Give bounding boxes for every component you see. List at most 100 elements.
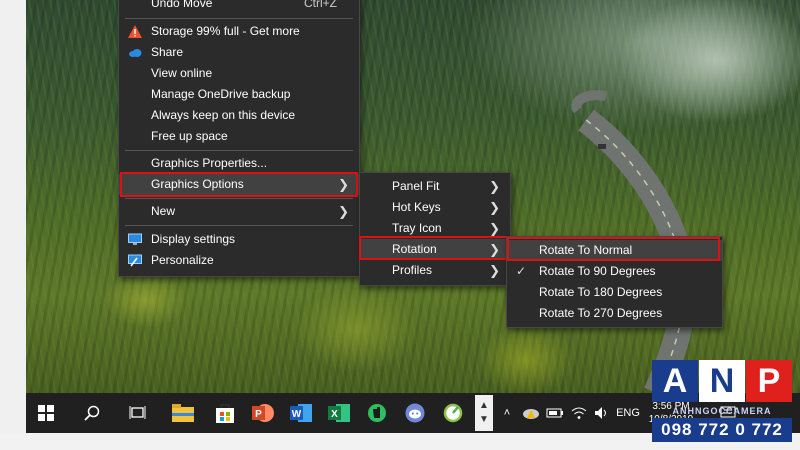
menu-item-label: Personalize [151,253,214,267]
menu-item-label: Share [151,45,184,59]
taskbar-scroll[interactable]: ▲ ▼ [475,395,493,431]
task-view-icon [129,406,146,419]
menu-item-undo-move[interactable]: Undo Move Ctrl+Z [119,0,359,14]
search-icon [84,405,100,421]
word-icon: W [290,404,312,422]
menu-item-share[interactable]: Share [119,42,359,63]
chevron-right-icon: ❯ [489,263,500,278]
logo-phone-number: 098 772 0 772 [652,418,792,442]
menu-item-label: Graphics Options [151,177,244,191]
menu-item-label: Display settings [151,232,236,246]
menu-item-hot-keys[interactable]: Hot Keys ❯ [360,197,510,218]
menu-item-rotate-normal[interactable]: Rotate To Normal [507,240,722,261]
menu-item-graphics-options[interactable]: Graphics Options ❯ [119,174,359,195]
logo-letter-p: P [746,360,792,402]
menu-item-label: Manage OneDrive backup [151,87,291,101]
menu-separator [125,225,353,226]
logo-subtitle: ANHNGOCCAMERA [672,406,772,416]
checkmark-icon: ✓ [516,264,527,278]
chevron-right-icon: ❯ [338,177,349,192]
language-indicator[interactable]: ENG [614,393,642,433]
menu-item-rotate-90[interactable]: ✓ Rotate To 90 Degrees [507,261,722,282]
language-label: ENG [616,407,640,419]
powerpoint-button[interactable]: P [245,393,281,433]
warning-icon [128,25,142,38]
menu-separator [125,150,353,151]
chevron-right-icon: ❯ [489,200,500,215]
menu-item-label: New [151,204,176,218]
menu-item-label: Panel Fit [392,179,440,193]
search-button[interactable] [74,393,110,433]
show-hidden-icons-button[interactable]: ˄ [499,393,515,433]
menu-item-tray-icon[interactable]: Tray Icon ❯ [360,218,510,239]
menu-separator [125,198,353,199]
store-button[interactable] [207,393,243,433]
shortcut-label: Ctrl+Z [304,0,337,10]
menu-item-manage-onedrive-backup[interactable]: Manage OneDrive backup [119,84,359,105]
graphics-options-submenu: Panel Fit ❯ Hot Keys ❯ Tray Icon ❯ Rotat… [359,172,511,286]
menu-item-display-settings[interactable]: Display settings [119,229,359,250]
evernote-icon [368,404,386,422]
volume-tray-button[interactable] [591,393,613,433]
menu-item-label: Rotate To 180 Degrees [539,285,663,299]
file-explorer-icon [172,404,194,422]
menu-item-always-keep[interactable]: Always keep on this device [119,105,359,126]
windows-start-icon [38,405,54,421]
menu-item-label: Tray Icon [392,221,442,235]
scroll-arrows-icon: ▲ ▼ [479,400,489,425]
personalize-icon [128,254,142,267]
menu-item-rotate-180[interactable]: Rotate To 180 Degrees [507,282,722,303]
menu-item-profiles[interactable]: Profiles ❯ [360,260,510,281]
onedrive-cloud-icon [129,49,142,57]
weather-tray-button[interactable] [520,393,542,433]
menu-separator [125,18,353,19]
chevron-right-icon: ❯ [489,221,500,236]
svg-text:X: X [331,409,338,420]
task-view-button[interactable] [120,393,156,433]
evernote-button[interactable] [359,393,395,433]
anp-watermark-logo: A N P ANHNGOCCAMERA 098 772 0 772 [652,360,792,442]
chevron-up-icon: ˄ [503,407,511,419]
discord-icon [405,403,425,423]
menu-item-label: View online [151,66,213,80]
rotation-submenu: Rotate To Normal ✓ Rotate To 90 Degrees … [506,236,723,328]
battery-icon [546,408,563,418]
desktop-context-menu: Undo Move Ctrl+Z Storage 99% full - Get … [118,0,360,277]
menu-item-free-up-space[interactable]: Free up space [119,126,359,147]
store-icon [216,404,234,423]
app-button[interactable] [435,393,471,433]
chevron-right-icon: ❯ [489,179,500,194]
menu-item-panel-fit[interactable]: Panel Fit ❯ [360,176,510,197]
start-button[interactable] [28,393,64,433]
cloud-warning-icon [523,409,539,419]
menu-item-graphics-properties[interactable]: Graphics Properties... [119,153,359,174]
menu-item-label: Graphics Properties... [151,156,268,170]
logo-letter-n: N [699,360,745,402]
menu-item-view-online[interactable]: View online [119,63,359,84]
menu-item-personalize[interactable]: Personalize [119,250,359,271]
file-explorer-button[interactable] [165,393,201,433]
battery-tray-button[interactable] [544,393,566,433]
word-button[interactable]: W [283,393,319,433]
svg-text:P: P [255,409,262,420]
menu-item-label: Free up space [151,129,228,143]
discord-button[interactable] [397,393,433,433]
excel-icon: X [328,404,350,422]
menu-item-label: Undo Move [151,0,213,10]
menu-item-storage-full[interactable]: Storage 99% full - Get more [119,21,359,42]
chevron-right-icon: ❯ [489,242,500,257]
app-icon [443,403,463,423]
menu-item-label: Hot Keys [392,200,441,214]
menu-item-label: Rotate To 270 Degrees [539,306,663,320]
wifi-tray-button[interactable] [568,393,590,433]
menu-item-rotate-270[interactable]: Rotate To 270 Degrees [507,303,722,324]
excel-button[interactable]: X [321,393,357,433]
left-border-strip [0,0,26,450]
menu-item-label: Storage 99% full - Get more [151,24,300,38]
menu-item-label: Profiles [392,263,433,277]
menu-item-new[interactable]: New ❯ [119,201,359,222]
menu-item-rotation[interactable]: Rotation ❯ [360,239,510,260]
display-settings-icon [128,233,142,245]
menu-item-label: Rotate To Normal [539,243,633,257]
volume-icon [595,407,606,419]
